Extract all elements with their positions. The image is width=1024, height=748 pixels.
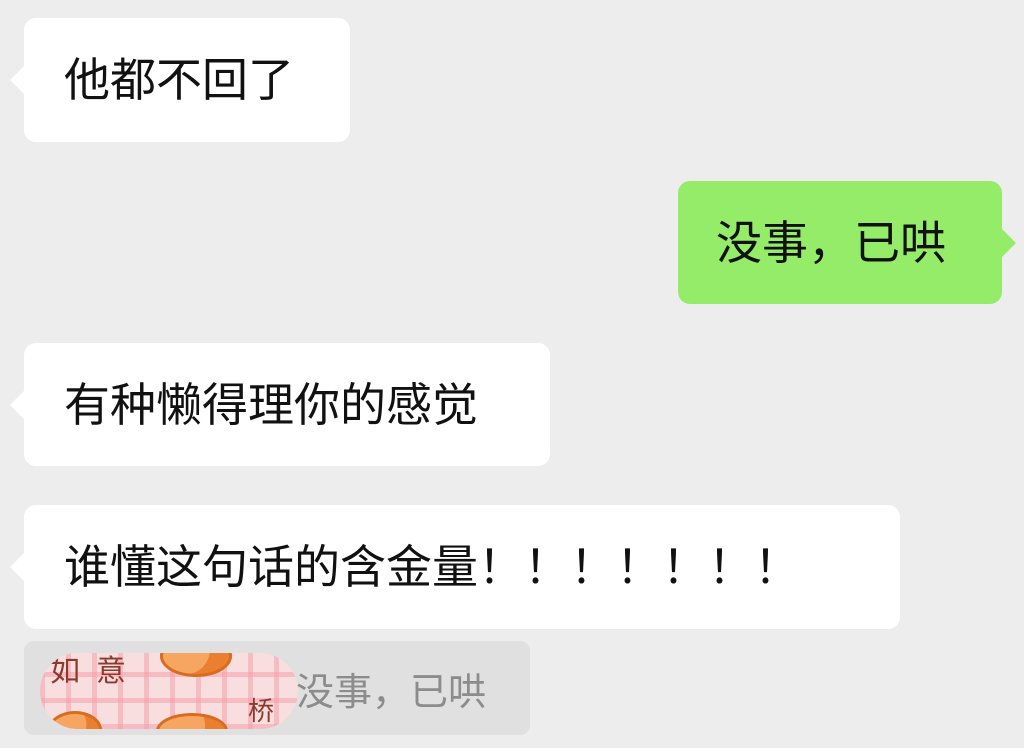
chat-view: 他都不回了 没事，已哄 有种懒得理你的感觉 谁懂这句话的含金量！！！！！！！ 如… (0, 0, 1024, 748)
message-text: 有种懒得理你的感觉 (64, 377, 478, 432)
received-message-bubble[interactable]: 谁懂这句话的含金量！！！！！！！ (24, 505, 900, 629)
received-message-bubble[interactable]: 他都不回了 (24, 18, 350, 142)
message-text: 没事，已哄 (716, 215, 946, 270)
message-text: 谁懂这句话的含金量！！！！！！！ (64, 540, 800, 594)
thumbnail-char: 桥 (248, 697, 275, 727)
quoted-text: 没事，已哄 (296, 669, 487, 714)
sent-message-bubble[interactable]: 没事，已哄 (678, 181, 1002, 304)
sticker-thumbnail: 如 意 桥 (40, 653, 298, 729)
message-text: 他都不回了 (64, 53, 294, 107)
orange-icon (156, 713, 228, 729)
thumbnail-char: 如 (50, 654, 80, 689)
orange-icon (160, 653, 232, 677)
thumbnail-char: 意 (96, 654, 126, 689)
quoted-reply[interactable]: 如 意 桥 没事，已哄 (24, 641, 530, 735)
orange-icon (48, 711, 102, 729)
received-message-bubble[interactable]: 有种懒得理你的感觉 (24, 343, 550, 466)
